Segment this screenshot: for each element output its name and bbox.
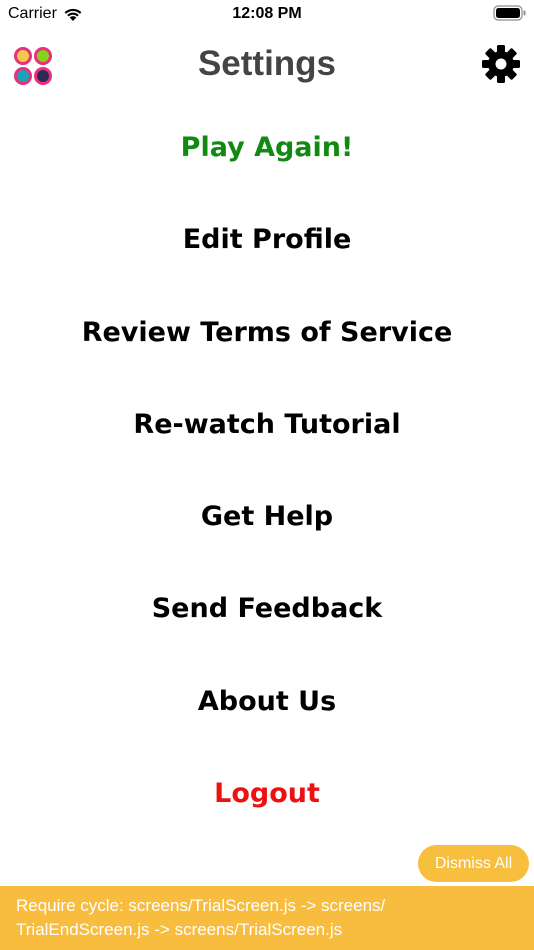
get-help-button[interactable]: Get Help — [0, 471, 534, 563]
review-terms-button[interactable]: Review Terms of Service — [0, 287, 534, 379]
settings-screen: Carrier 12:08 PM Settings Play Again! Ed… — [0, 0, 534, 950]
about-us-button[interactable]: About Us — [0, 656, 534, 748]
rewatch-tutorial-button[interactable]: Re-watch Tutorial — [0, 379, 534, 471]
warning-line-2: TrialEndScreen.js -> screens/TrialScreen… — [16, 920, 343, 939]
status-time: 12:08 PM — [232, 5, 302, 22]
warning-line-1: Require cycle: screens/TrialScreen.js ->… — [16, 896, 386, 915]
play-again-button[interactable]: Play Again! — [0, 102, 534, 194]
dismiss-all-button[interactable]: Dismiss All — [418, 845, 529, 882]
header: Settings — [0, 40, 534, 92]
warning-banner[interactable]: Require cycle: screens/TrialScreen.js ->… — [0, 886, 534, 950]
page-title: Settings — [197, 44, 337, 83]
settings-menu: Play Again! Edit Profile Review Terms of… — [0, 102, 534, 840]
gear-icon[interactable] — [481, 44, 521, 84]
status-bar: Carrier 12:08 PM — [0, 0, 534, 30]
logout-button[interactable]: Logout — [0, 748, 534, 840]
send-feedback-button[interactable]: Send Feedback — [0, 563, 534, 655]
edit-profile-button[interactable]: Edit Profile — [0, 194, 534, 286]
battery-icon — [493, 5, 526, 21]
